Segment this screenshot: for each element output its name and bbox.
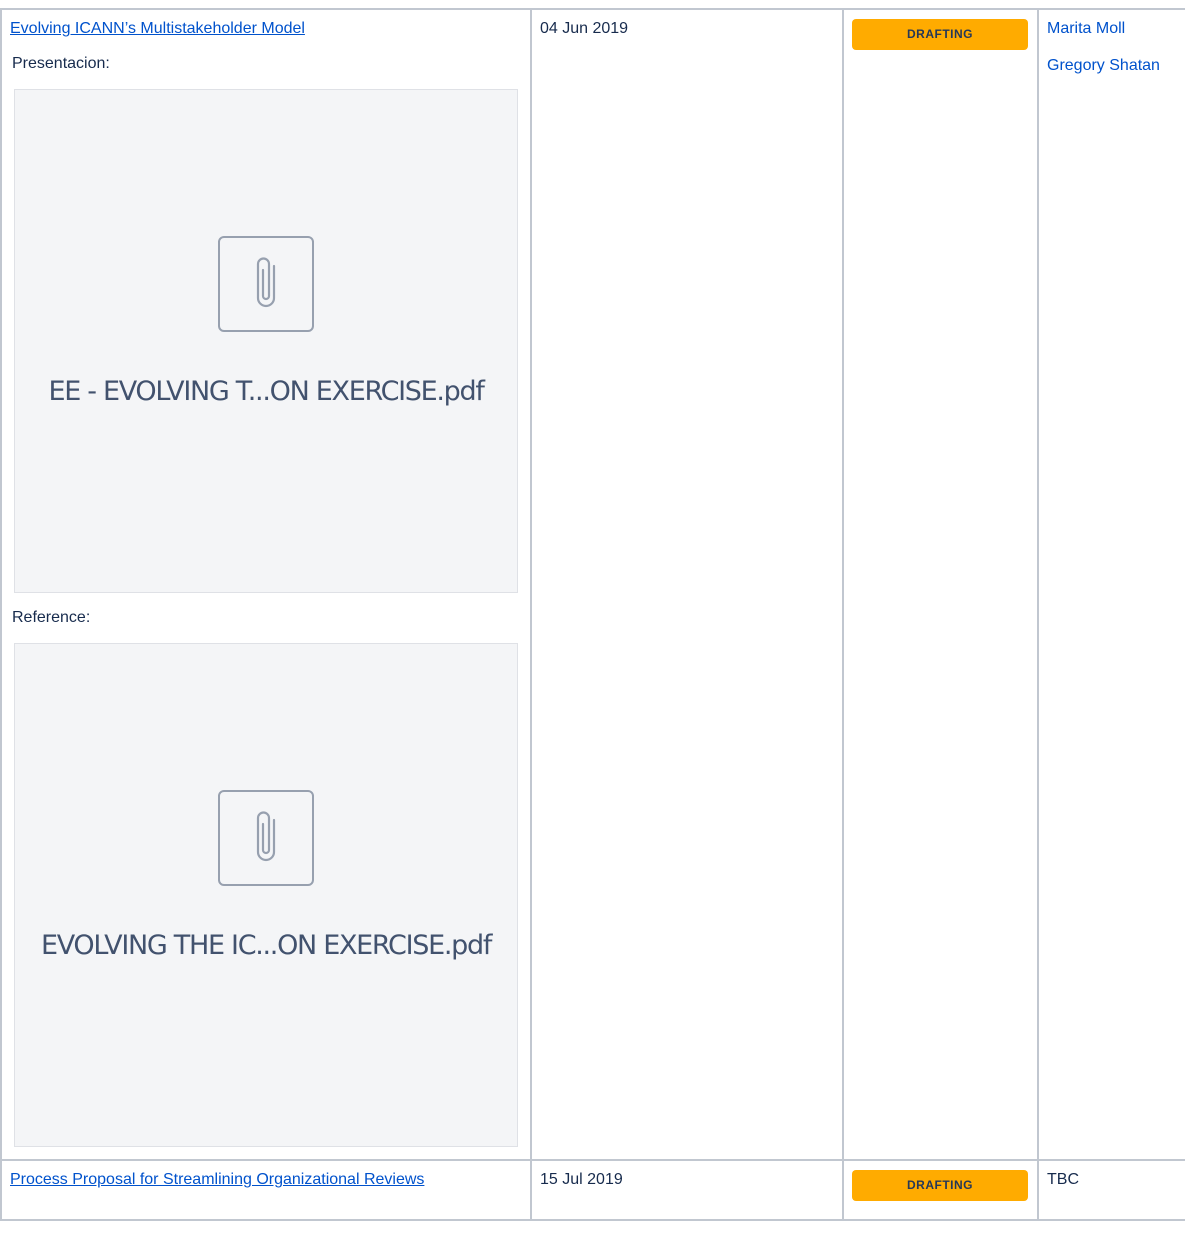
- attachment-filename: EE - EVOLVING T...ON EXERCISE.pdf: [48, 375, 484, 407]
- status-cell: DRAFTING: [842, 1159, 1039, 1221]
- owners-cell: Marita Moll Gregory Shatan: [1037, 8, 1185, 1161]
- status-cell: DRAFTING: [842, 8, 1039, 1161]
- attachment-preview[interactable]: EE - EVOLVING T...ON EXERCISE.pdf: [14, 89, 518, 593]
- title-cell: Process Proposal for Streamlining Organi…: [0, 1159, 532, 1221]
- presentation-label: Presentacion:: [12, 55, 110, 72]
- paperclip-icon: [218, 789, 314, 886]
- status-badge: DRAFTING: [852, 19, 1028, 50]
- table-row: Evolving ICANN’s Multistakeholder Model …: [0, 8, 1185, 1161]
- statement-date: 04 Jun 2019: [540, 20, 629, 37]
- paperclip-icon: [218, 235, 314, 332]
- user-mention-link[interactable]: Gregory Shatan: [1047, 56, 1185, 76]
- date-cell: 15 Jul 2019: [530, 1159, 844, 1221]
- owners-cell: TBC: [1037, 1159, 1185, 1221]
- statement-title-link[interactable]: Process Proposal for Streamlining Organi…: [10, 1170, 424, 1190]
- date-cell: 04 Jun 2019: [530, 8, 844, 1161]
- statement-title-link[interactable]: Evolving ICANN’s Multistakeholder Model: [10, 19, 305, 39]
- title-cell: Evolving ICANN’s Multistakeholder Model …: [0, 8, 532, 1161]
- owner-text: TBC: [1047, 1171, 1079, 1188]
- statement-date: 15 Jul 2019: [540, 1171, 623, 1188]
- statements-table: Evolving ICANN’s Multistakeholder Model …: [0, 8, 1185, 1221]
- status-badge: DRAFTING: [852, 1170, 1028, 1201]
- reference-label: Reference:: [12, 609, 91, 626]
- table-row: Process Proposal for Streamlining Organi…: [0, 1159, 1185, 1221]
- attachment-filename: EVOLVING THE IC...ON EXERCISE.pdf: [40, 929, 492, 961]
- attachment-preview[interactable]: EVOLVING THE IC...ON EXERCISE.pdf: [14, 643, 518, 1147]
- user-mention-link[interactable]: Marita Moll: [1047, 19, 1185, 39]
